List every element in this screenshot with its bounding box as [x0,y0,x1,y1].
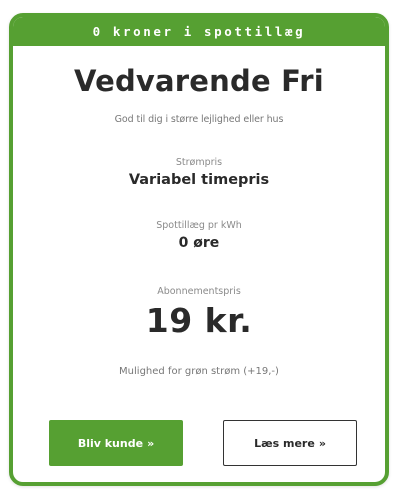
green-power-option: Mulighed for grøn strøm (+19,-) [119,366,279,377]
double-chevron-right-icon: » [147,436,155,450]
plan-card: 0 kroner i spottillæg Vedvarende Fri God… [9,13,389,486]
spot-fee-label: Spottillæg pr kWh [156,220,242,231]
read-more-button[interactable]: Læs mere » [223,420,357,466]
promo-banner-text: 0 kroner i spottillæg [92,24,306,39]
promo-banner: 0 kroner i spottillæg [13,17,385,46]
read-more-label: Læs mere [254,436,315,450]
become-customer-button[interactable]: Bliv kunde » [49,420,183,466]
plan-title: Vedvarende Fri [74,64,324,98]
card-actions: Bliv kunde » Læs mere » [49,420,357,466]
spot-fee-value: 0 øre [178,235,220,251]
plan-description: God til dig i større lejlighed eller hus [114,114,284,125]
subscription-price: 19 kr. [145,301,253,340]
power-price-value: Variabel timepris [128,172,270,188]
double-chevron-right-icon: » [318,436,326,450]
power-price-label: Strømpris [175,157,223,168]
subscription-label: Abonnementspris [157,286,241,297]
become-customer-label: Bliv kunde [77,436,144,450]
